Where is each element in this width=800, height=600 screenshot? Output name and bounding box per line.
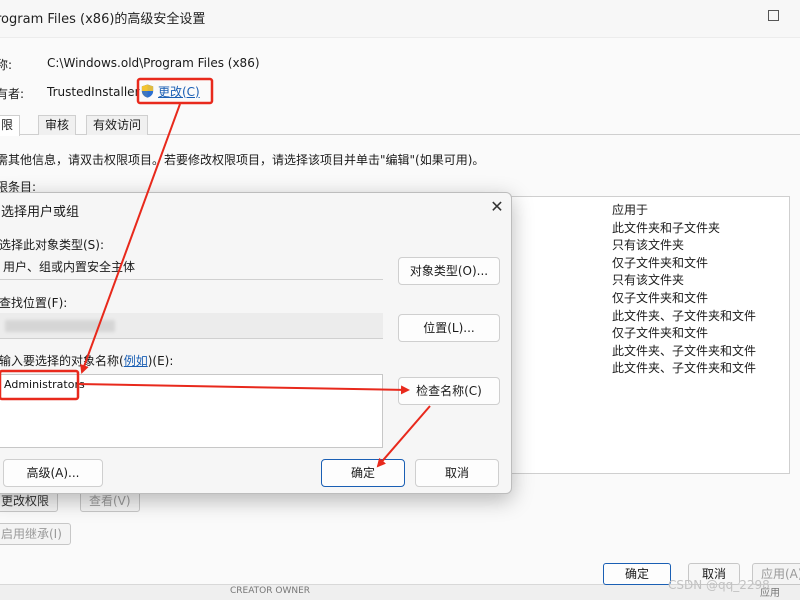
watermark: CSDN @qq_2298 xyxy=(668,578,770,592)
close-icon[interactable]: ✕ xyxy=(487,197,507,217)
owner-value: TrustedInstaller xyxy=(47,85,140,99)
list-item[interactable]: 此文件夹、子文件夹和文件 xyxy=(612,343,756,361)
tab-strip: 限 审核 有效访问 xyxy=(0,115,800,136)
change-owner-link[interactable]: 更改(C) xyxy=(140,81,200,101)
enter-names-suffix: )(E): xyxy=(147,354,174,368)
enable-inheritance-button[interactable]: 启用继承(I) xyxy=(0,523,71,545)
owner-label: 有者: xyxy=(0,87,25,101)
list-item[interactable]: 仅子文件夹和文件 xyxy=(612,290,756,308)
list-item[interactable]: 此文件夹和子文件夹 xyxy=(612,220,756,238)
dialog-title: 选择用户或组 xyxy=(1,205,80,220)
list-item[interactable]: 仅子文件夹和文件 xyxy=(612,325,756,343)
applies-to-column: 应用于 此文件夹和子文件夹 只有该文件夹 仅子文件夹和文件 只有该文件夹 仅子文… xyxy=(612,202,756,378)
redacted-location xyxy=(5,319,115,332)
name-value: C:\Windows.old\Program Files (x86) xyxy=(47,56,260,70)
cancel-button[interactable]: 取消 xyxy=(415,459,499,487)
window-title: rogram Files (x86)的高级安全设置 xyxy=(0,12,206,27)
list-item[interactable]: 此文件夹、子文件夹和文件 xyxy=(612,308,756,326)
enter-names-prefix: 输入要选择的对象名称( xyxy=(0,354,124,368)
locations-button[interactable]: 位置(L)... xyxy=(398,314,500,342)
location-field xyxy=(0,313,383,339)
maximize-icon[interactable] xyxy=(768,10,779,21)
window-titlebar: rogram Files (x86)的高级安全设置 xyxy=(0,0,800,38)
object-type-field: 用户、组或内置安全主体 xyxy=(0,256,383,280)
tab-auditing[interactable]: 审核 xyxy=(38,115,77,135)
object-types-button[interactable]: 对象类型(O)... xyxy=(398,257,500,285)
list-item[interactable]: 仅子文件夹和文件 xyxy=(612,255,756,273)
location-label: 查找位置(F): xyxy=(0,296,68,310)
enter-names-label: 输入要选择的对象名称(例如)(E): xyxy=(0,352,173,369)
list-item[interactable]: 只有该文件夹 xyxy=(612,272,756,290)
window-ok-button[interactable]: 确定 xyxy=(603,563,671,585)
change-owner-label: 更改(C) xyxy=(158,84,200,99)
list-item[interactable]: 只有该文件夹 xyxy=(612,237,756,255)
select-users-or-groups-dialog: 选择用户或组 ✕ 选择此对象类型(S): 用户、组或内置安全主体 对象类型(O)… xyxy=(0,192,512,494)
bottom-row-text: CREATOR OWNER xyxy=(230,586,311,596)
applies-to-header: 应用于 xyxy=(612,203,649,217)
object-type-label: 选择此对象类型(S): xyxy=(0,238,105,252)
shield-icon xyxy=(141,84,154,98)
tab-effective-access[interactable]: 有效访问 xyxy=(86,115,149,135)
name-label: 称: xyxy=(0,58,13,72)
examples-link[interactable]: 例如 xyxy=(124,354,148,368)
tab-permissions[interactable]: 限 xyxy=(0,115,21,136)
list-item[interactable]: 此文件夹、子文件夹和文件 xyxy=(612,360,756,378)
info-text: 需其他信息，请双击权限项目。若要修改权限项目，请选择该项目并单击"编辑"(如果可… xyxy=(0,153,485,167)
advanced-button[interactable]: 高级(A)... xyxy=(3,459,103,487)
ok-button[interactable]: 确定 xyxy=(321,459,405,487)
check-names-button[interactable]: 检查名称(C) xyxy=(398,377,500,405)
object-names-input[interactable]: Administrators xyxy=(0,374,383,448)
